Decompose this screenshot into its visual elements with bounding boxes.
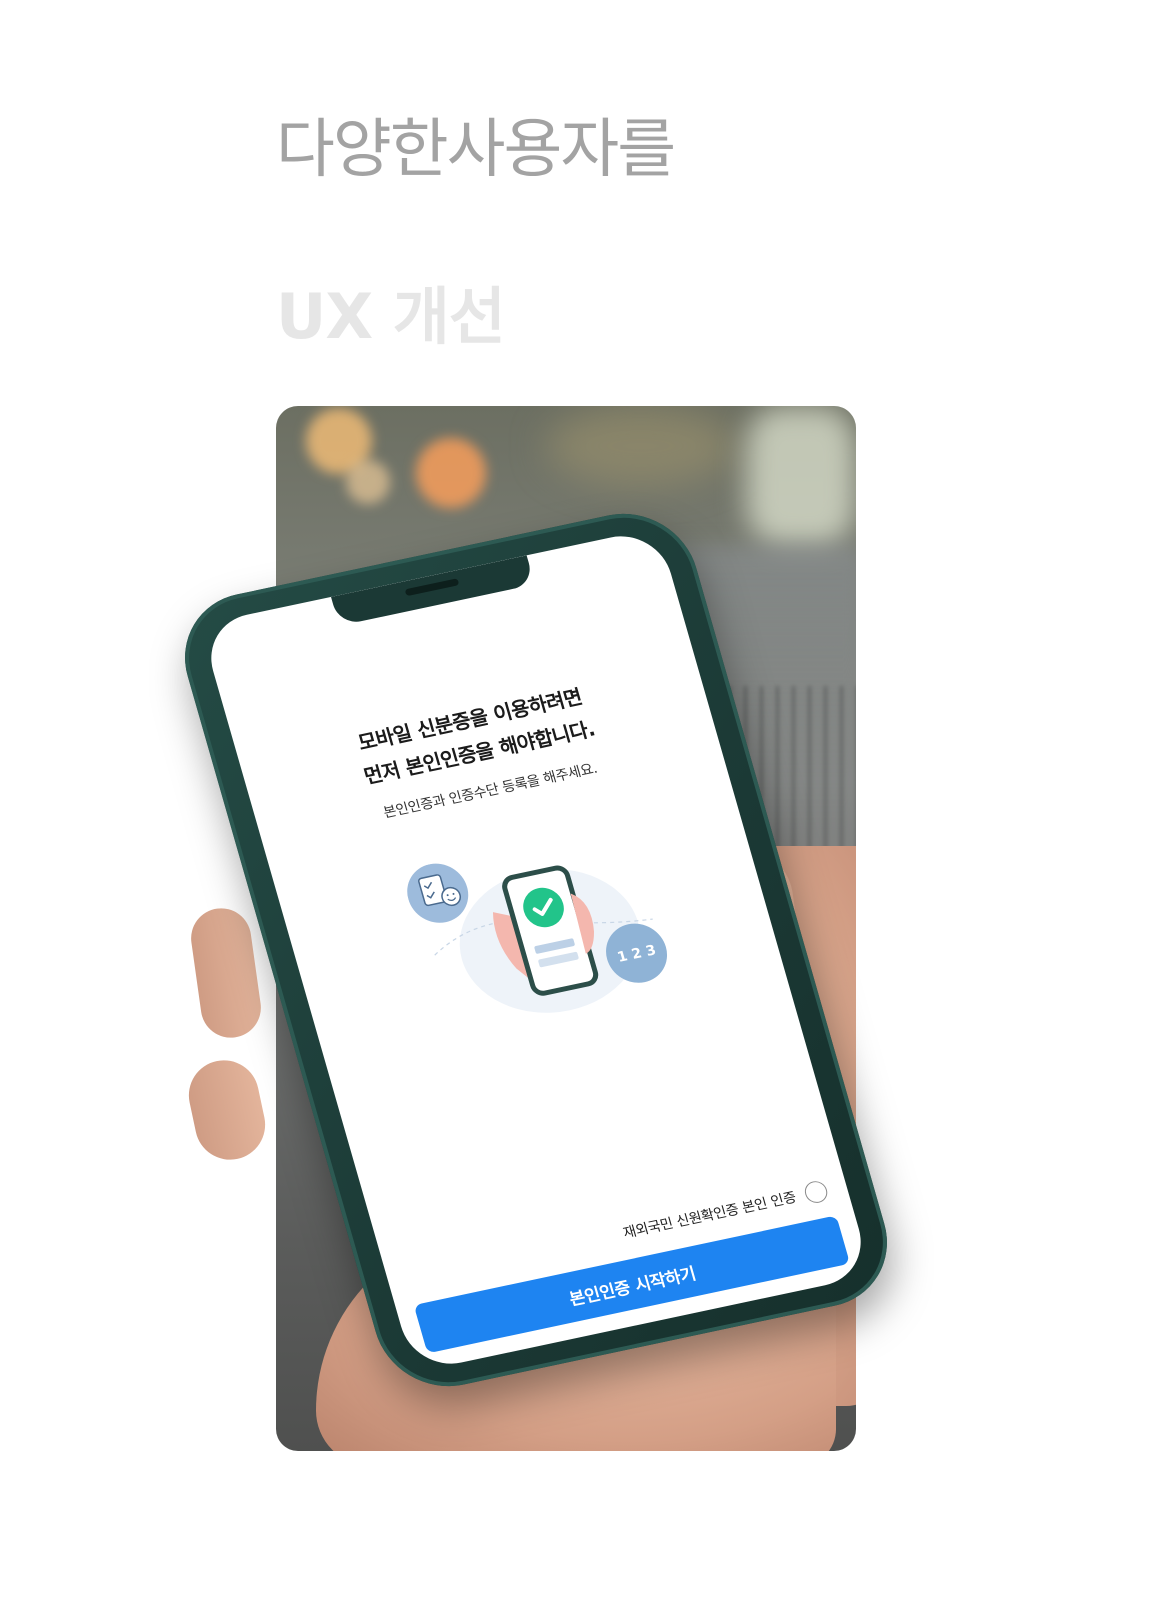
hand-finger xyxy=(182,1053,272,1167)
headline-primary: 다양한사용자를 xyxy=(276,113,676,187)
speaker-icon xyxy=(404,578,460,597)
radio-button[interactable] xyxy=(802,1179,830,1205)
headline-secondary: UX 개선 xyxy=(276,280,506,353)
auth-illustration: 1 2 3 xyxy=(407,863,668,1013)
hand-finger xyxy=(187,904,265,1042)
bokeh-light xyxy=(546,406,736,486)
bokeh-light xyxy=(746,406,856,546)
bokeh-light xyxy=(346,460,390,504)
bokeh-light xyxy=(416,438,486,508)
